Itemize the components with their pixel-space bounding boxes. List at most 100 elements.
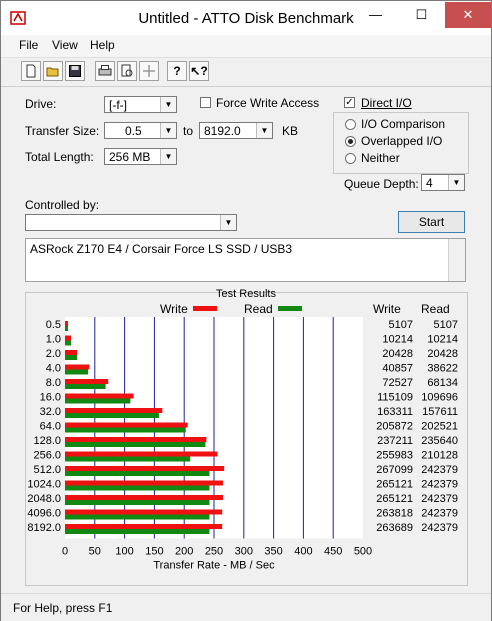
- transfer-size-to-select[interactable]: 8192.0 ▼: [199, 122, 273, 139]
- new-file-icon[interactable]: [21, 61, 41, 81]
- total-length-select[interactable]: 256 MB ▼: [104, 148, 177, 165]
- direct-io-checkbox[interactable]: ✓: [344, 97, 355, 108]
- queue-depth-select[interactable]: 4 ▼: [421, 174, 465, 191]
- write-bar: [65, 495, 224, 500]
- x-tick-label-450: 450: [324, 546, 342, 558]
- description-text: ASRock Z170 E4 / Corsair Force LS SSD / …: [30, 242, 293, 256]
- read-bar: [65, 384, 106, 389]
- write-bar: [65, 466, 225, 471]
- read-bar: [65, 529, 210, 534]
- read-bar: [65, 456, 191, 462]
- transfer-size-label: Transfer Size:: [25, 124, 100, 138]
- title-bar[interactable]: Untitled - ATTO Disk Benchmark — ☐ ✕: [1, 1, 491, 35]
- write-value: 40857: [382, 363, 413, 375]
- x-tick-label-0: 0: [62, 546, 68, 558]
- write-bar: [65, 437, 207, 442]
- save-icon[interactable]: [65, 61, 85, 81]
- category-label: 32.0: [40, 406, 61, 418]
- toolbar: ? ↖?: [1, 57, 491, 87]
- overlapped-io-radio[interactable]: [345, 136, 356, 147]
- description-textbox[interactable]: ASRock Z170 E4 / Corsair Force LS SSD / …: [25, 238, 466, 282]
- io-comparison-radio[interactable]: [345, 119, 356, 130]
- write-value: 20428: [382, 348, 413, 360]
- close-button[interactable]: ✕: [445, 2, 491, 28]
- read-value: 210128: [421, 450, 458, 462]
- read-value: 242379: [421, 493, 458, 505]
- chevron-down-icon: ▼: [220, 215, 236, 230]
- write-bar: [65, 422, 188, 428]
- read-bar: [65, 355, 78, 360]
- category-label: 512.0: [33, 464, 61, 476]
- read-value: 242379: [421, 508, 458, 520]
- drive-select[interactable]: [-f-] ▼: [104, 96, 177, 113]
- description-scrollbar[interactable]: [448, 239, 465, 281]
- x-tick-label-250: 250: [205, 546, 223, 558]
- read-bar: [65, 485, 210, 491]
- x-tick-label-50: 50: [89, 546, 101, 558]
- io-comparison-label: I/O Comparison: [361, 117, 446, 131]
- print-icon[interactable]: [95, 61, 115, 81]
- write-value: 163311: [377, 406, 413, 418]
- write-bar: [65, 379, 109, 384]
- controlled-by-select[interactable]: ▼: [25, 214, 237, 231]
- help-icon[interactable]: ?: [167, 61, 187, 81]
- chevron-down-icon: ▼: [160, 123, 176, 138]
- force-write-label: Force Write Access: [216, 96, 320, 110]
- overlapped-io-label: Overlapped I/O: [361, 134, 443, 148]
- read-bar: [65, 398, 131, 404]
- x-tick-label-200: 200: [175, 546, 193, 558]
- read-value: 68134: [427, 377, 458, 389]
- neither-radio[interactable]: [345, 153, 356, 164]
- category-label: 0.5: [46, 319, 61, 331]
- x-tick-label-150: 150: [145, 546, 163, 558]
- read-value: 109696: [421, 392, 458, 404]
- write-bar: [65, 321, 69, 326]
- maximize-button[interactable]: ☐: [399, 2, 444, 28]
- status-text: For Help, press F1: [13, 601, 113, 615]
- legend-write-label: Write: [160, 302, 188, 316]
- transfer-size-from-select[interactable]: 0.5 ▼: [104, 122, 177, 139]
- direct-io-label: Direct I/O: [361, 96, 412, 110]
- write-bar: [65, 408, 163, 413]
- status-bar: For Help, press F1: [1, 593, 491, 621]
- menu-view[interactable]: View: [52, 38, 78, 52]
- print-preview-icon[interactable]: [117, 61, 137, 81]
- chevron-down-icon: ▼: [160, 97, 176, 112]
- force-write-checkbox[interactable]: [200, 97, 211, 108]
- drive-label: Drive:: [25, 97, 57, 111]
- write-value: 10214: [382, 334, 413, 346]
- chevron-down-icon: ▼: [160, 149, 176, 164]
- write-value: 72527: [382, 377, 413, 389]
- write-bar: [65, 350, 78, 355]
- read-value: 235640: [421, 435, 458, 447]
- menu-file[interactable]: File: [19, 38, 38, 52]
- read-value: 242379: [421, 522, 458, 534]
- menu-bar: File View Help: [1, 35, 491, 57]
- menu-help[interactable]: Help: [90, 38, 115, 52]
- read-value: 5107: [434, 319, 458, 331]
- move-icon[interactable]: [139, 61, 159, 81]
- to-label: to: [183, 124, 194, 138]
- write-bar: [65, 509, 223, 515]
- read-bar: [65, 326, 69, 331]
- minimize-button[interactable]: —: [353, 2, 398, 28]
- write-column-header: Write: [373, 302, 401, 316]
- transfer-from-value: 0.5: [125, 124, 142, 138]
- read-value: 20428: [427, 348, 458, 360]
- category-label: 4096.0: [27, 508, 61, 520]
- write-value: 205872: [376, 421, 413, 433]
- legend-read-label: Read: [244, 302, 273, 316]
- category-label: 4.0: [46, 363, 61, 375]
- category-label: 2.0: [46, 348, 61, 360]
- read-bar: [65, 471, 210, 476]
- x-tick-label-500: 500: [354, 546, 372, 558]
- read-bar: [65, 442, 206, 447]
- open-folder-icon[interactable]: [43, 61, 63, 81]
- read-value: 202521: [421, 421, 458, 433]
- start-button[interactable]: Start: [398, 211, 465, 233]
- x-tick-label-300: 300: [235, 546, 253, 558]
- write-bar: [65, 364, 90, 370]
- context-help-icon[interactable]: ↖?: [189, 61, 209, 81]
- write-bar: [65, 480, 224, 486]
- read-bar: [65, 413, 159, 418]
